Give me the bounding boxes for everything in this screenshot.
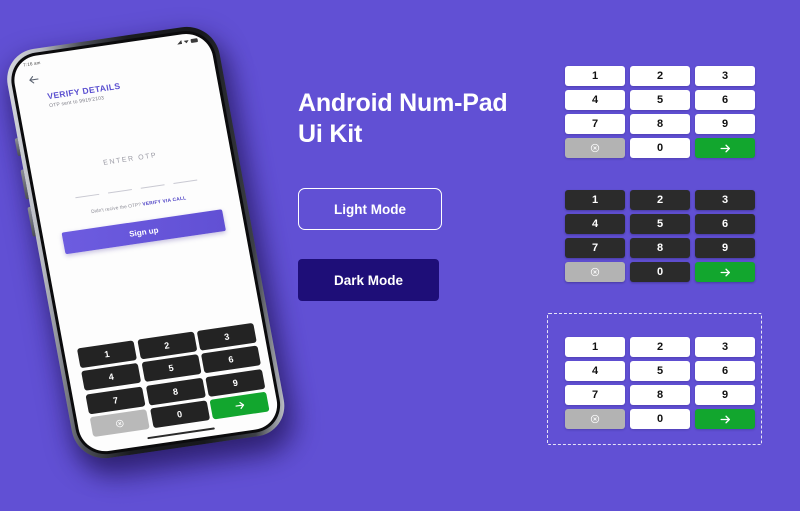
canvas: 7:16 am VERIFY DETAILS OTP sent to 9919'… — [0, 0, 800, 511]
phone-bezel: 7:16 am VERIFY DETAILS OTP sent to 9919'… — [6, 27, 285, 459]
numpad-key-9[interactable]: 9 — [695, 385, 755, 405]
numpad-key-3[interactable]: 3 — [695, 337, 755, 357]
status-bar-time: 7:16 am — [22, 60, 41, 68]
numpad-key-6[interactable]: 6 — [695, 90, 755, 110]
numpad-key-7[interactable]: 7 — [565, 385, 625, 405]
numpad-key-1[interactable]: 1 — [565, 190, 625, 210]
arrow-right-icon[interactable] — [209, 391, 270, 420]
enter-otp-label: ENTER OTP — [102, 152, 158, 167]
arrow-right-icon[interactable] — [695, 409, 755, 429]
numpad-key-4[interactable]: 4 — [565, 361, 625, 381]
numpad-key-0[interactable]: 0 — [630, 138, 690, 158]
resend-question: Didn't recive the OTP? — [90, 202, 142, 216]
numpad-key-9[interactable]: 9 — [695, 238, 755, 258]
numpad-key-7[interactable]: 7 — [565, 238, 625, 258]
numpad-key-5[interactable]: 5 — [141, 354, 202, 383]
status-bar-indicators — [176, 37, 198, 45]
sign-up-button[interactable]: Sign up — [61, 209, 226, 255]
page-title: Android Num-Pad Ui Kit — [298, 88, 538, 149]
circle-x-delete-icon[interactable] — [565, 262, 625, 282]
numpad-key-6[interactable]: 6 — [695, 214, 755, 234]
numpad-key-0[interactable]: 0 — [149, 400, 210, 429]
phone-screen: 7:16 am VERIFY DETAILS OTP sent to 9919'… — [10, 30, 282, 455]
numpad-light-variant[interactable]: 1 2 3 4 5 6 7 8 9 0 — [565, 66, 755, 158]
page-title-line2: Ui Kit — [298, 119, 363, 148]
page-title-line1: Android Num-Pad — [298, 89, 508, 117]
numpad-key-9[interactable]: 9 — [695, 114, 755, 134]
dark-mode-button[interactable]: Dark Mode — [298, 259, 439, 301]
numpad-key-5[interactable]: 5 — [630, 214, 690, 234]
wifi-icon — [183, 39, 189, 44]
home-indicator — [147, 427, 215, 440]
numpad-key-2[interactable]: 2 — [630, 337, 690, 357]
verify-via-call-link[interactable]: VERIFY VIA CALL — [142, 196, 187, 207]
otp-digit-field[interactable] — [140, 184, 165, 189]
numpad-key-2[interactable]: 2 — [630, 66, 690, 86]
otp-digit-field[interactable] — [107, 189, 132, 194]
numpad-key-5[interactable]: 5 — [630, 90, 690, 110]
numpad-key-8[interactable]: 8 — [630, 238, 690, 258]
numpad-key-4[interactable]: 4 — [565, 214, 625, 234]
phone-numpad[interactable]: 1 2 3 4 5 6 7 8 9 0 — [76, 322, 270, 438]
numpad-key-0[interactable]: 0 — [630, 409, 690, 429]
numpad-key-4[interactable]: 4 — [565, 90, 625, 110]
numpad-key-7[interactable]: 7 — [565, 114, 625, 134]
screen-header: VERIFY DETAILS OTP sent to 9919'2103 — [16, 60, 219, 113]
numpad-key-1[interactable]: 1 — [565, 66, 625, 86]
numpad-key-2[interactable]: 2 — [630, 190, 690, 210]
circle-x-delete-icon[interactable] — [89, 409, 150, 438]
numpad-key-3[interactable]: 3 — [695, 66, 755, 86]
numpad-key-8[interactable]: 8 — [630, 114, 690, 134]
phone-side-button — [14, 138, 21, 157]
light-mode-button[interactable]: Light Mode — [298, 188, 442, 230]
numpad-key-6[interactable]: 6 — [200, 345, 262, 374]
numpad-key-4[interactable]: 4 — [81, 362, 142, 391]
numpad-selected-variant[interactable]: 1 2 3 4 5 6 7 8 9 0 — [565, 337, 755, 429]
otp-digit-field[interactable] — [74, 193, 99, 199]
phone-mockup: 7:16 am VERIFY DETAILS OTP sent to 9919'… — [1, 22, 302, 484]
numpad-key-0[interactable]: 0 — [630, 262, 690, 282]
numpad-key-5[interactable]: 5 — [630, 361, 690, 381]
arrow-right-icon[interactable] — [695, 262, 755, 282]
numpad-key-6[interactable]: 6 — [695, 361, 755, 381]
circle-x-delete-icon[interactable] — [565, 138, 625, 158]
otp-digit-field[interactable] — [172, 179, 197, 185]
battery-icon — [190, 37, 198, 43]
arrow-right-icon[interactable] — [695, 138, 755, 158]
circle-x-delete-icon[interactable] — [565, 409, 625, 429]
numpad-key-8[interactable]: 8 — [630, 385, 690, 405]
numpad-key-1[interactable]: 1 — [565, 337, 625, 357]
otp-input-fields[interactable] — [37, 174, 235, 204]
status-bar: 7:16 am — [10, 30, 210, 69]
numpad-key-3[interactable]: 3 — [695, 190, 755, 210]
numpad-dark-variant[interactable]: 1 2 3 4 5 6 7 8 9 0 — [565, 190, 755, 282]
phone-frame: 7:16 am VERIFY DETAILS OTP sent to 9919'… — [1, 22, 290, 463]
signal-icon — [176, 40, 182, 45]
